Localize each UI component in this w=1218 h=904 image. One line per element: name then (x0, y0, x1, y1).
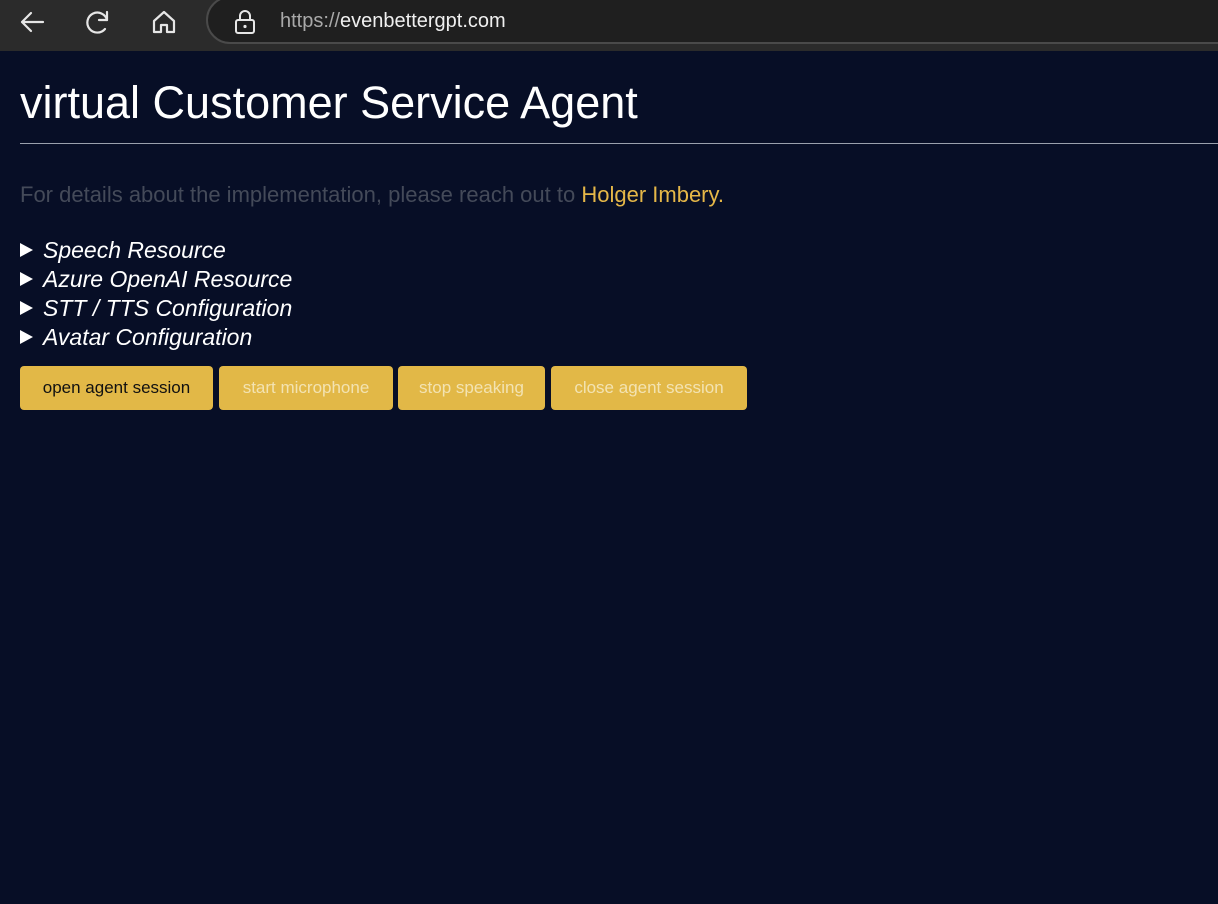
section-avatar-configuration[interactable]: Avatar Configuration (20, 323, 252, 351)
section-label: Speech Resource (43, 236, 226, 263)
lock-icon[interactable] (234, 9, 256, 35)
section-label: Azure OpenAI Resource (43, 265, 293, 292)
close-agent-session-button[interactable]: close agent session (551, 366, 747, 410)
section-label: Avatar Configuration (43, 323, 253, 350)
section-stt-tts-configuration[interactable]: STT / TTS Configuration (20, 294, 292, 322)
title-divider (20, 143, 1218, 144)
expand-triangle-icon (20, 272, 33, 286)
url-host: evenbettergpt.com (340, 10, 506, 32)
url-scheme: https:// (280, 10, 341, 32)
open-agent-session-button[interactable]: open agent session (20, 366, 213, 410)
contact-link[interactable]: Holger Imbery. (581, 182, 724, 207)
section-speech-resource[interactable]: Speech Resource (20, 236, 226, 264)
section-label: STT / TTS Configuration (43, 294, 293, 321)
section-azure-openai-resource[interactable]: Azure OpenAI Resource (20, 265, 292, 293)
page-title: virtual Customer Service Agent (20, 77, 638, 128)
refresh-icon[interactable] (80, 4, 116, 40)
page-content: virtual Customer Service Agent For detai… (0, 51, 1218, 904)
expand-triangle-icon (20, 301, 33, 315)
url-text[interactable]: https://evenbettergpt.com (280, 10, 506, 33)
browser-toolbar: https://evenbettergpt.com (0, 0, 1218, 51)
start-microphone-button[interactable]: start microphone (219, 366, 393, 410)
intro-label: For details about the implementation, pl… (20, 182, 582, 207)
back-arrow-icon[interactable] (14, 4, 50, 40)
expand-triangle-icon (20, 243, 33, 257)
intro-text: For details about the implementation, pl… (20, 182, 724, 208)
home-icon[interactable] (146, 4, 182, 40)
expand-triangle-icon (20, 330, 33, 344)
stop-speaking-button[interactable]: stop speaking (398, 366, 545, 410)
